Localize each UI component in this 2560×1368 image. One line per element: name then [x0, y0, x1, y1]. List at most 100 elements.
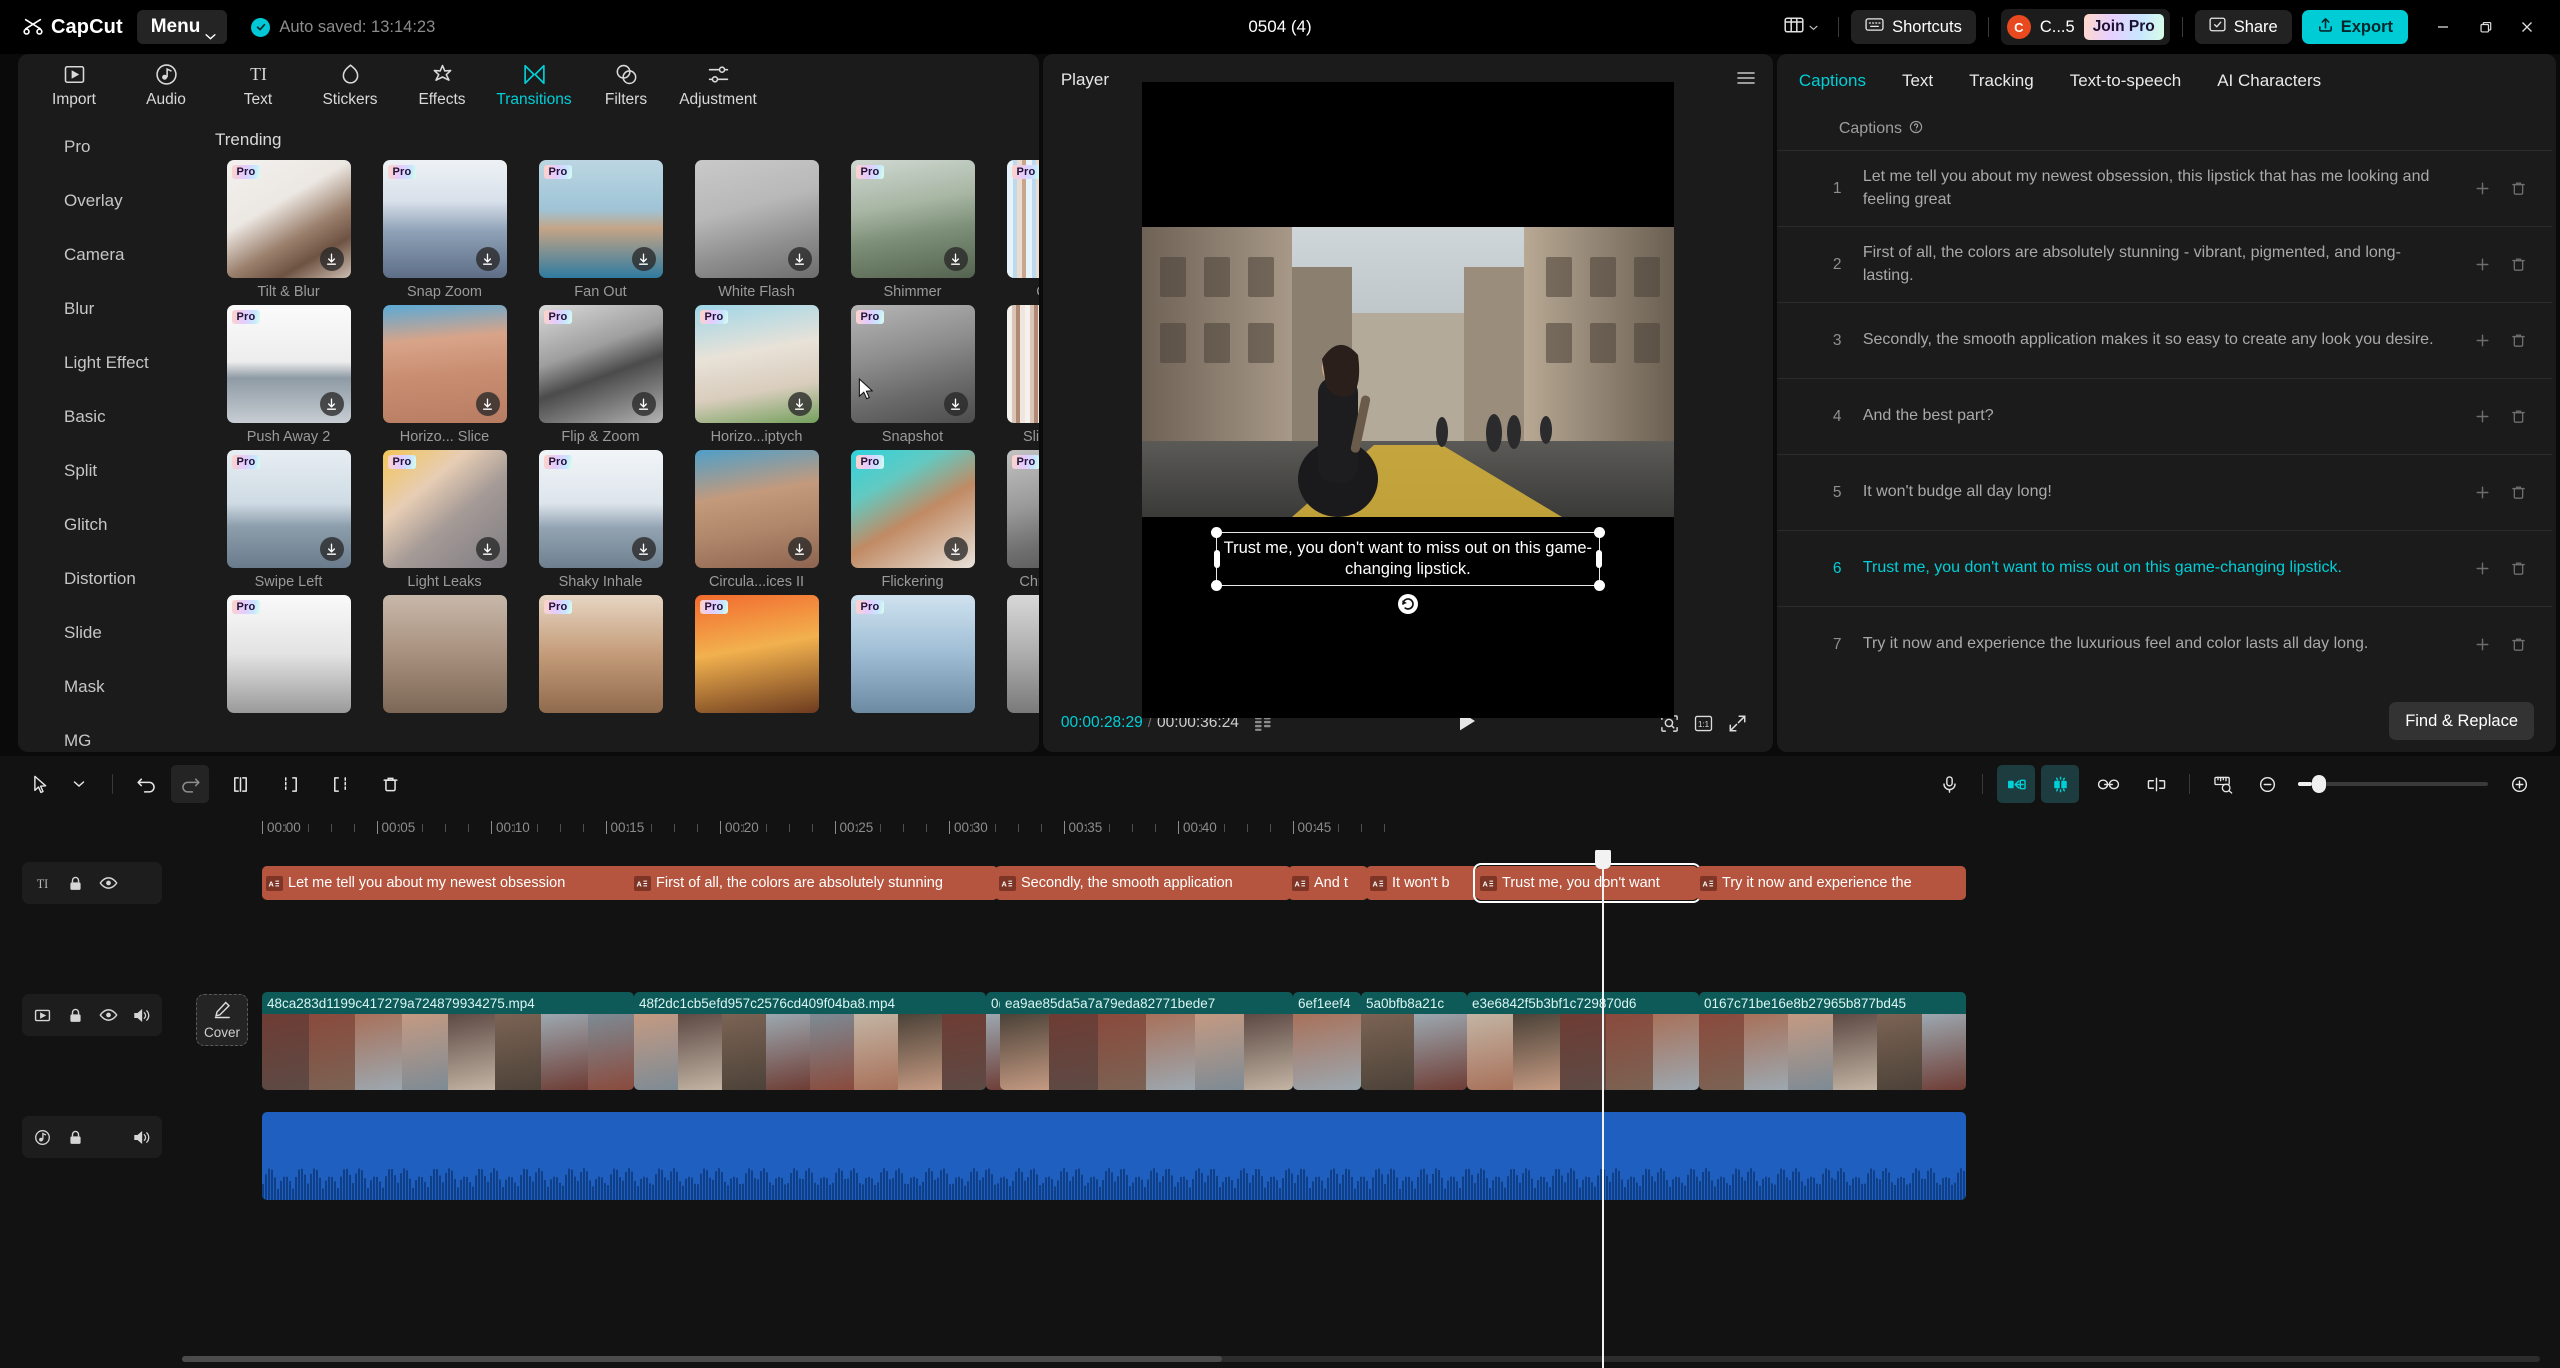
split-button[interactable] [221, 765, 259, 803]
transition-item[interactable]: Pro [523, 595, 678, 719]
add-caption-icon[interactable] [2464, 332, 2500, 349]
transition-item[interactable]: Pro Horizo...iptych [679, 305, 834, 445]
transition-thumbnail[interactable]: Pro [1006, 450, 1039, 568]
download-icon[interactable] [475, 537, 500, 561]
audio-clip[interactable] [262, 1112, 1966, 1200]
video-preview[interactable]: Trust me, you don't want to miss out on … [1141, 82, 1674, 718]
transition-thumbnail[interactable] [1006, 305, 1039, 423]
transition-thumbnail[interactable]: Pro [694, 305, 819, 423]
delete-caption-icon[interactable] [2500, 560, 2536, 577]
transition-thumbnail[interactable]: Pro [226, 160, 351, 278]
category-camera[interactable]: Camera [18, 228, 193, 282]
volume-icon[interactable] [125, 1119, 158, 1155]
transition-item[interactable]: Pro Chroma Switch [991, 450, 1039, 590]
download-icon[interactable] [631, 537, 656, 561]
zoom-out-button[interactable] [2248, 765, 2286, 803]
export-button[interactable]: Export [2301, 10, 2408, 44]
transition-thumbnail[interactable]: Pro [226, 450, 351, 568]
transition-thumbnail[interactable]: Pro [226, 305, 351, 423]
transition-item[interactable]: Pro Snapshot [835, 305, 990, 445]
delete-caption-icon[interactable] [2500, 256, 2536, 273]
text-clip[interactable]: A First of all, the colors are absolutely… [630, 866, 998, 900]
download-icon[interactable] [787, 247, 812, 271]
caption-text[interactable]: Try it now and experience the luxurious … [1863, 633, 2464, 656]
lock-icon[interactable] [59, 865, 92, 901]
link-clips-button[interactable] [2089, 765, 2127, 803]
player-stage[interactable]: Trust me, you don't want to miss out on … [1042, 82, 1773, 718]
transition-item[interactable]: Pro [835, 595, 990, 719]
download-icon[interactable] [631, 392, 656, 416]
transition-thumbnail[interactable] [694, 160, 819, 278]
find-and-replace-button[interactable]: Find & Replace [2389, 702, 2534, 740]
help-icon[interactable] [1909, 120, 1923, 139]
text-clip[interactable]: A Let me tell you about my newest obsessi… [262, 866, 642, 900]
download-icon[interactable] [631, 247, 656, 271]
video-clip[interactable]: 48ca283d1199c417279a724879934275.mp4 [262, 992, 634, 1090]
trim-right-button[interactable] [321, 765, 359, 803]
tool-tab-effects[interactable]: Effects [396, 56, 488, 114]
transition-thumbnail[interactable]: Pro [382, 160, 507, 278]
tool-tab-transitions[interactable]: Transitions [488, 56, 580, 114]
transition-item[interactable] [367, 595, 522, 719]
captions-tab-text-to-speech[interactable]: Text-to-speech [2052, 71, 2200, 91]
text-clip[interactable]: A It won't b [1366, 866, 1478, 900]
category-mg[interactable]: MG [18, 714, 193, 752]
undo-button[interactable] [127, 765, 165, 803]
category-slide[interactable]: Slide [18, 606, 193, 660]
tool-dropdown-button[interactable] [60, 765, 98, 803]
resize-handle-bottom-left[interactable] [1210, 580, 1222, 591]
transition-thumbnail[interactable]: Pro [850, 450, 975, 568]
transition-item[interactable]: Pro Flip & Zoom [523, 305, 678, 445]
volume-icon[interactable] [125, 997, 158, 1033]
lock-icon[interactable] [59, 1119, 92, 1155]
download-icon[interactable] [943, 392, 968, 416]
playhead[interactable] [1595, 850, 1611, 1368]
resize-handle-right[interactable] [1595, 550, 1602, 568]
delete-caption-icon[interactable] [2500, 636, 2536, 653]
transition-item[interactable]: Pro Tilt & Blur [211, 160, 366, 300]
category-basic[interactable]: Basic [18, 390, 193, 444]
transition-thumbnail[interactable]: Pro [1006, 160, 1039, 278]
category-overlay[interactable]: Overlay [18, 174, 193, 228]
video-clip[interactable]: 6ef1eef4 [1293, 992, 1361, 1090]
add-caption-icon[interactable] [2464, 560, 2500, 577]
tool-tab-adjustment[interactable]: Adjustment [672, 56, 764, 114]
minimize-button[interactable] [2422, 7, 2464, 47]
video-clip[interactable]: e3e6842f5b3bf1c729870d6 [1467, 992, 1699, 1090]
auto-enhance-button[interactable] [2041, 765, 2079, 803]
timeline-horizontal-scrollbar[interactable] [182, 1356, 2540, 1362]
transition-thumbnail[interactable] [382, 305, 507, 423]
shortcuts-button[interactable]: Shortcuts [1851, 10, 1976, 44]
timeline-tracks[interactable]: A Let me tell you about my newest obsessi… [0, 850, 2560, 1368]
category-distortion[interactable]: Distortion [18, 552, 193, 606]
text-clip[interactable]: A Secondly, the smooth application [995, 866, 1291, 900]
category-split[interactable]: Split [18, 444, 193, 498]
caption-row[interactable]: 2 First of all, the colors are absolutely… [1776, 226, 2552, 302]
account-chip[interactable]: C C...5 Join Pro [2000, 9, 2170, 45]
fit-to-window-button[interactable] [2204, 765, 2242, 803]
fullscreen-button[interactable] [1721, 706, 1755, 740]
add-caption-icon[interactable] [2464, 256, 2500, 273]
delete-caption-icon[interactable] [2500, 408, 2536, 425]
transition-thumbnail[interactable]: Pro [538, 450, 663, 568]
caption-row[interactable]: 6 Trust me, you don't want to miss out on… [1776, 530, 2552, 606]
transition-item[interactable]: Pro Push Away 2 [211, 305, 366, 445]
category-light-effect[interactable]: Light Effect [18, 336, 193, 390]
eye-icon[interactable] [92, 997, 125, 1033]
caption-text[interactable]: Secondly, the smooth application makes i… [1863, 329, 2464, 352]
resize-handle-top-right[interactable] [1593, 527, 1605, 538]
aspect-ratio-button[interactable]: 1:1 [1687, 706, 1721, 740]
transition-item[interactable]: Pro Cubic Flip [991, 160, 1039, 300]
transition-thumbnail[interactable]: Pro [382, 450, 507, 568]
layout-switch-button[interactable] [1776, 10, 1826, 45]
close-button[interactable] [2506, 7, 2548, 47]
transition-item[interactable]: Pro Shimmer [835, 160, 990, 300]
playhead-knob[interactable] [1595, 850, 1611, 869]
download-icon[interactable] [475, 392, 500, 416]
transition-thumbnail[interactable]: Pro [226, 595, 351, 713]
resize-handle-left[interactable] [1213, 550, 1220, 568]
scrollbar-thumb[interactable] [182, 1356, 1222, 1362]
video-clip[interactable]: 5a0bfb8a21c [1361, 992, 1467, 1090]
transition-item[interactable]: Circula...ices II [679, 450, 834, 590]
add-caption-icon[interactable] [2464, 636, 2500, 653]
